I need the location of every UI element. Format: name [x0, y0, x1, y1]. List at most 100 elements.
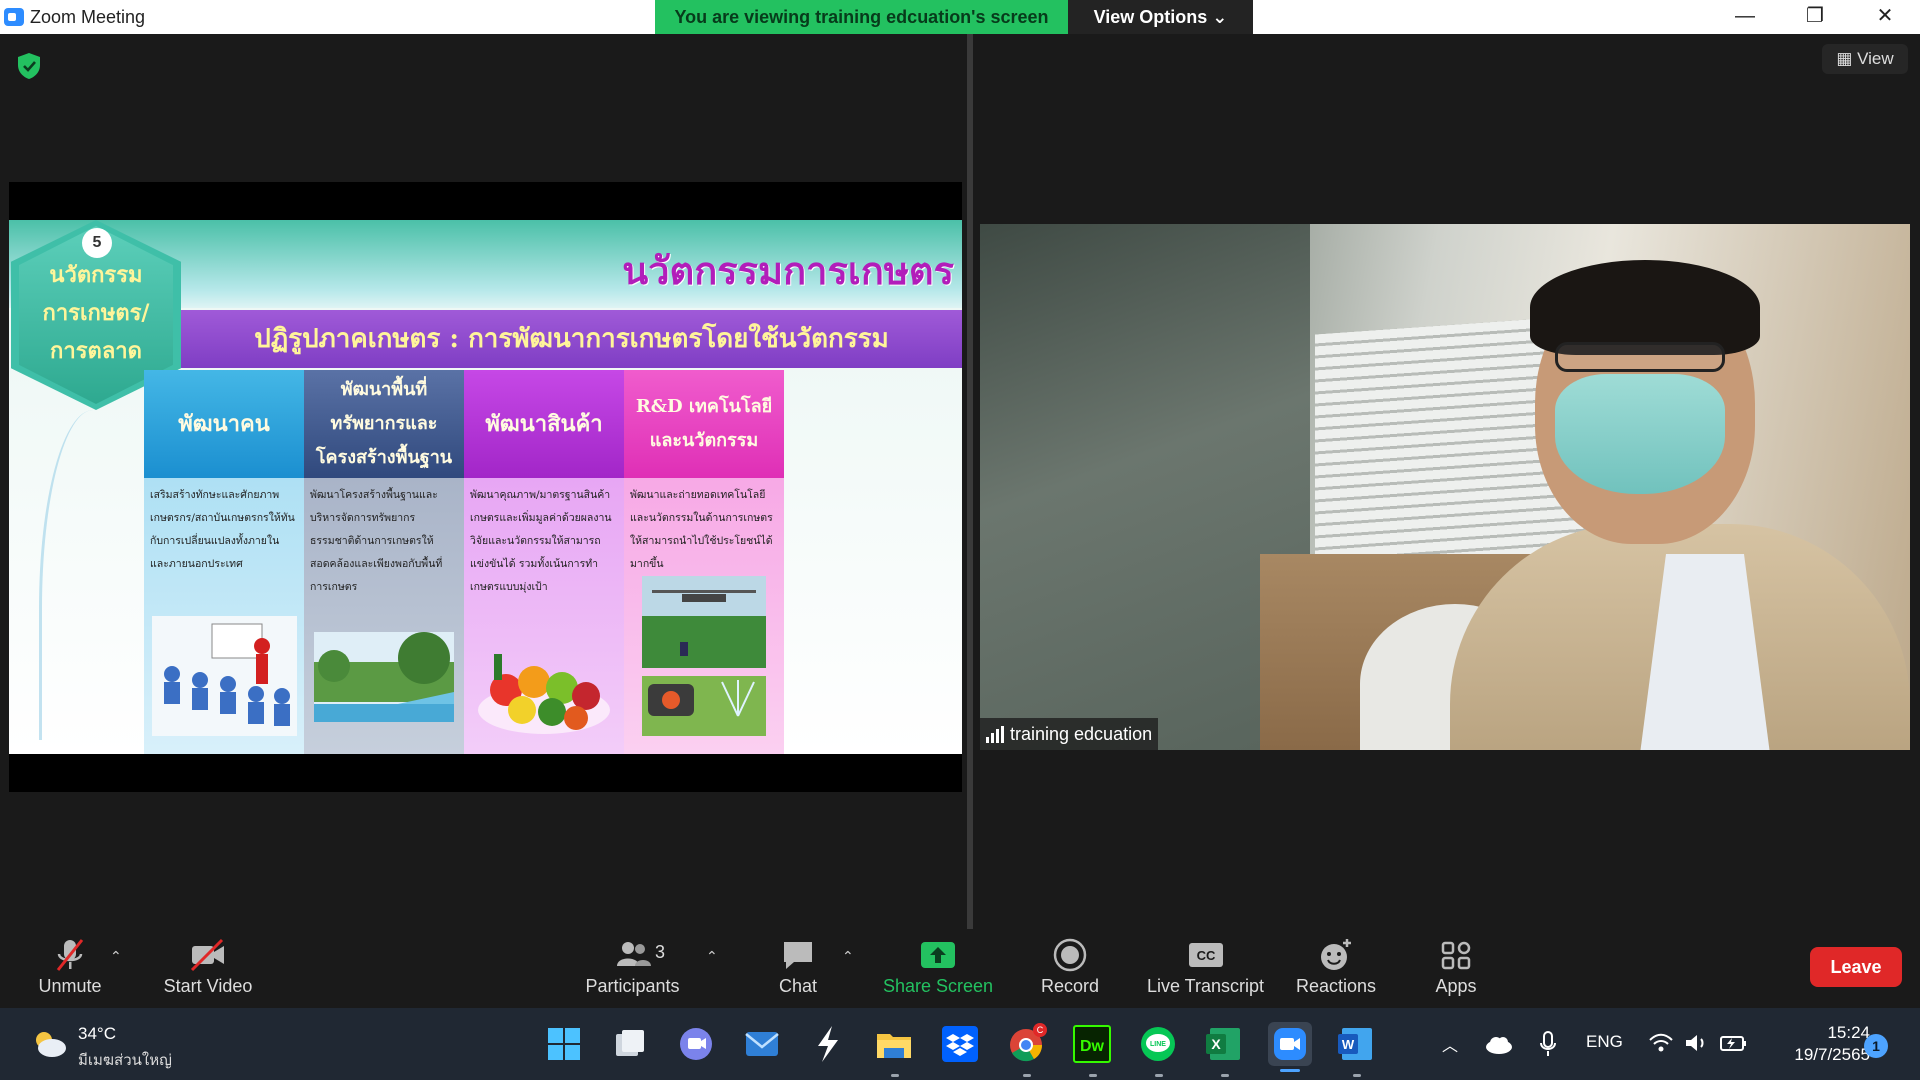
microphone-tray-icon[interactable] [1538, 1030, 1558, 1058]
dreamweaver-icon[interactable]: Dw [1070, 1022, 1114, 1066]
clock-time: 15:24 [1827, 1023, 1870, 1042]
decorative-curve [39, 410, 129, 740]
split-divider[interactable] [967, 34, 973, 929]
slide-column-people: พัฒนาคน เสริมสร้างทักษะและศักยภาพเกษตรกร… [144, 370, 304, 754]
window-title: Zoom Meeting [30, 7, 146, 27]
dreamweaver-icon-text: Dw [1080, 1038, 1105, 1055]
wifi-icon[interactable] [1648, 1032, 1674, 1054]
running-indicator [1089, 1074, 1097, 1077]
slide-column-products: พัฒนาสินค้า พัฒนาคุณภาพ/มาตรฐานสินค้าเกษ… [464, 370, 624, 754]
live-transcript-button[interactable]: CC Live Transcript [1138, 930, 1273, 1008]
column-heading: พัฒนาพื้นที่ ทรัพยากรและโครงสร้างพื้นฐาน [304, 370, 464, 478]
participants-options-caret[interactable]: ⌃ [706, 948, 718, 965]
mail-icon[interactable] [740, 1022, 784, 1066]
weather-condition[interactable]: มีเมฆส่วนใหญ่ [78, 1048, 172, 1072]
slide-column-area: พัฒนาพื้นที่ ทรัพยากรและโครงสร้างพื้นฐาน… [304, 370, 464, 754]
lightning-app-icon[interactable] [806, 1022, 850, 1066]
file-explorer-icon[interactable] [872, 1022, 916, 1066]
windows-taskbar: 34°C มีเมฆส่วนใหญ่ C Dw LINE X W ︿ ENG 1… [0, 1008, 1920, 1080]
fruits-vegetables-photo [478, 654, 610, 734]
chrome-icon[interactable]: C [1004, 1022, 1048, 1066]
share-screen-button[interactable]: Share Screen [878, 930, 998, 1008]
cc-icon-text: CC [1196, 948, 1215, 963]
view-button-label: View [1857, 49, 1894, 68]
view-layout-button[interactable]: ▦ View [1822, 44, 1908, 74]
slide-column-rnd: R&D เทคโนโลยีและนวัตกรรม พัฒนาและถ่ายทอด… [624, 370, 784, 754]
teams-chat-icon[interactable] [674, 1022, 718, 1066]
volume-icon[interactable] [1684, 1032, 1710, 1054]
hex-line-2: การเกษตร/ [42, 300, 150, 326]
viewing-screen-banner: You are viewing training edcuation's scr… [655, 0, 1068, 34]
restore-button[interactable]: ❐ [1780, 0, 1850, 34]
reactions-label: Reactions [1295, 976, 1377, 996]
column-heading: R&D เทคโนโลยีและนวัตกรรม [624, 370, 784, 478]
video-camera-off-icon [190, 938, 224, 972]
video-person-mask [1555, 374, 1725, 494]
hexagon-text: นวัตกรรม การเกษตร/ การตลาด [11, 256, 181, 370]
participants-label: Participants [585, 976, 680, 996]
closed-caption-icon: CC [1188, 943, 1223, 967]
line-icon-text: LINE [1150, 1041, 1166, 1048]
zoom-app-icon [4, 8, 24, 26]
participants-count: 3 [655, 942, 666, 962]
view-options-button[interactable]: View Options ⌄ [1068, 0, 1253, 34]
signal-strength-icon [986, 726, 1004, 743]
participants-button[interactable]: Participants [580, 930, 685, 1008]
input-language[interactable]: ENG [1586, 1032, 1623, 1052]
chat-label: Chat [778, 976, 818, 996]
video-person-glasses [1555, 342, 1725, 372]
live-transcript-label: Live Transcript [1146, 976, 1265, 996]
close-button[interactable]: ✕ [1850, 0, 1920, 34]
sprinkler-photo [642, 676, 766, 736]
security-shield-icon[interactable] [16, 52, 42, 80]
unmute-label: Unmute [38, 976, 102, 996]
weather-temperature[interactable]: 34°C [78, 1024, 116, 1044]
active-indicator [1280, 1069, 1300, 1072]
leave-button[interactable]: Leave [1810, 947, 1902, 987]
slide-title: นวัตกรรมการเกษตร [622, 248, 954, 293]
reactions-button[interactable]: Reactions [1288, 930, 1384, 1008]
zoom-taskbar-button[interactable] [1268, 1022, 1312, 1072]
task-view-icon[interactable] [608, 1022, 652, 1066]
notification-badge[interactable]: 1 [1864, 1034, 1888, 1058]
onedrive-cloud-icon[interactable] [1484, 1034, 1514, 1054]
word-icon[interactable]: W [1334, 1022, 1378, 1066]
battery-charging-icon[interactable] [1718, 1032, 1748, 1054]
running-indicator [1221, 1074, 1229, 1077]
hex-line-3: การตลาด [50, 338, 142, 364]
title-bar: Zoom Meeting You are viewing training ed… [0, 0, 1920, 34]
minimize-button[interactable]: — [1710, 0, 1780, 34]
chat-options-caret[interactable]: ⌃ [842, 948, 854, 965]
windows-start-icon[interactable] [542, 1022, 586, 1066]
start-video-label: Start Video [163, 976, 253, 996]
dropbox-icon[interactable] [938, 1022, 982, 1066]
clock-date: 19/7/2565 [1794, 1045, 1870, 1064]
running-indicator [1023, 1074, 1031, 1077]
hex-line-1: นวัตกรรม [49, 262, 143, 288]
microphone-muted-icon [56, 939, 84, 971]
participant-video[interactable] [980, 224, 1910, 750]
running-indicator [1155, 1074, 1163, 1077]
slide-banner: ปฏิรูปภาคเกษตร : การพัฒนาการเกษตรโดยใช้น… [181, 310, 962, 368]
record-label: Record [1040, 976, 1100, 996]
participant-name-tag: training edcuation [980, 718, 1159, 750]
share-screen-label: Share Screen [882, 976, 994, 996]
unmute-button[interactable]: Unmute [30, 930, 110, 1008]
show-hidden-icons-chevron-icon[interactable]: ︿ [1442, 1032, 1458, 1056]
audio-options-caret[interactable]: ⌃ [110, 948, 122, 965]
system-clock[interactable]: 15:24 19/7/2565 [1760, 1022, 1870, 1066]
apps-button[interactable]: Apps [1416, 930, 1496, 1008]
record-icon [1053, 938, 1087, 972]
record-button[interactable]: Record [1030, 930, 1110, 1008]
weather-cloudy-icon[interactable] [30, 1030, 68, 1058]
column-heading: พัฒนาสินค้า [464, 370, 624, 478]
training-people-illustration [152, 616, 297, 736]
line-app-icon[interactable]: LINE [1136, 1022, 1180, 1066]
chat-button[interactable]: Chat [758, 930, 838, 1008]
excel-icon[interactable]: X [1202, 1022, 1246, 1066]
word-icon-text: W [1342, 1037, 1355, 1052]
running-indicator [891, 1074, 899, 1077]
excel-icon-text: X [1211, 1036, 1221, 1052]
hexagon-number: 5 [82, 228, 112, 258]
start-video-button[interactable]: Start Video [158, 930, 258, 1008]
